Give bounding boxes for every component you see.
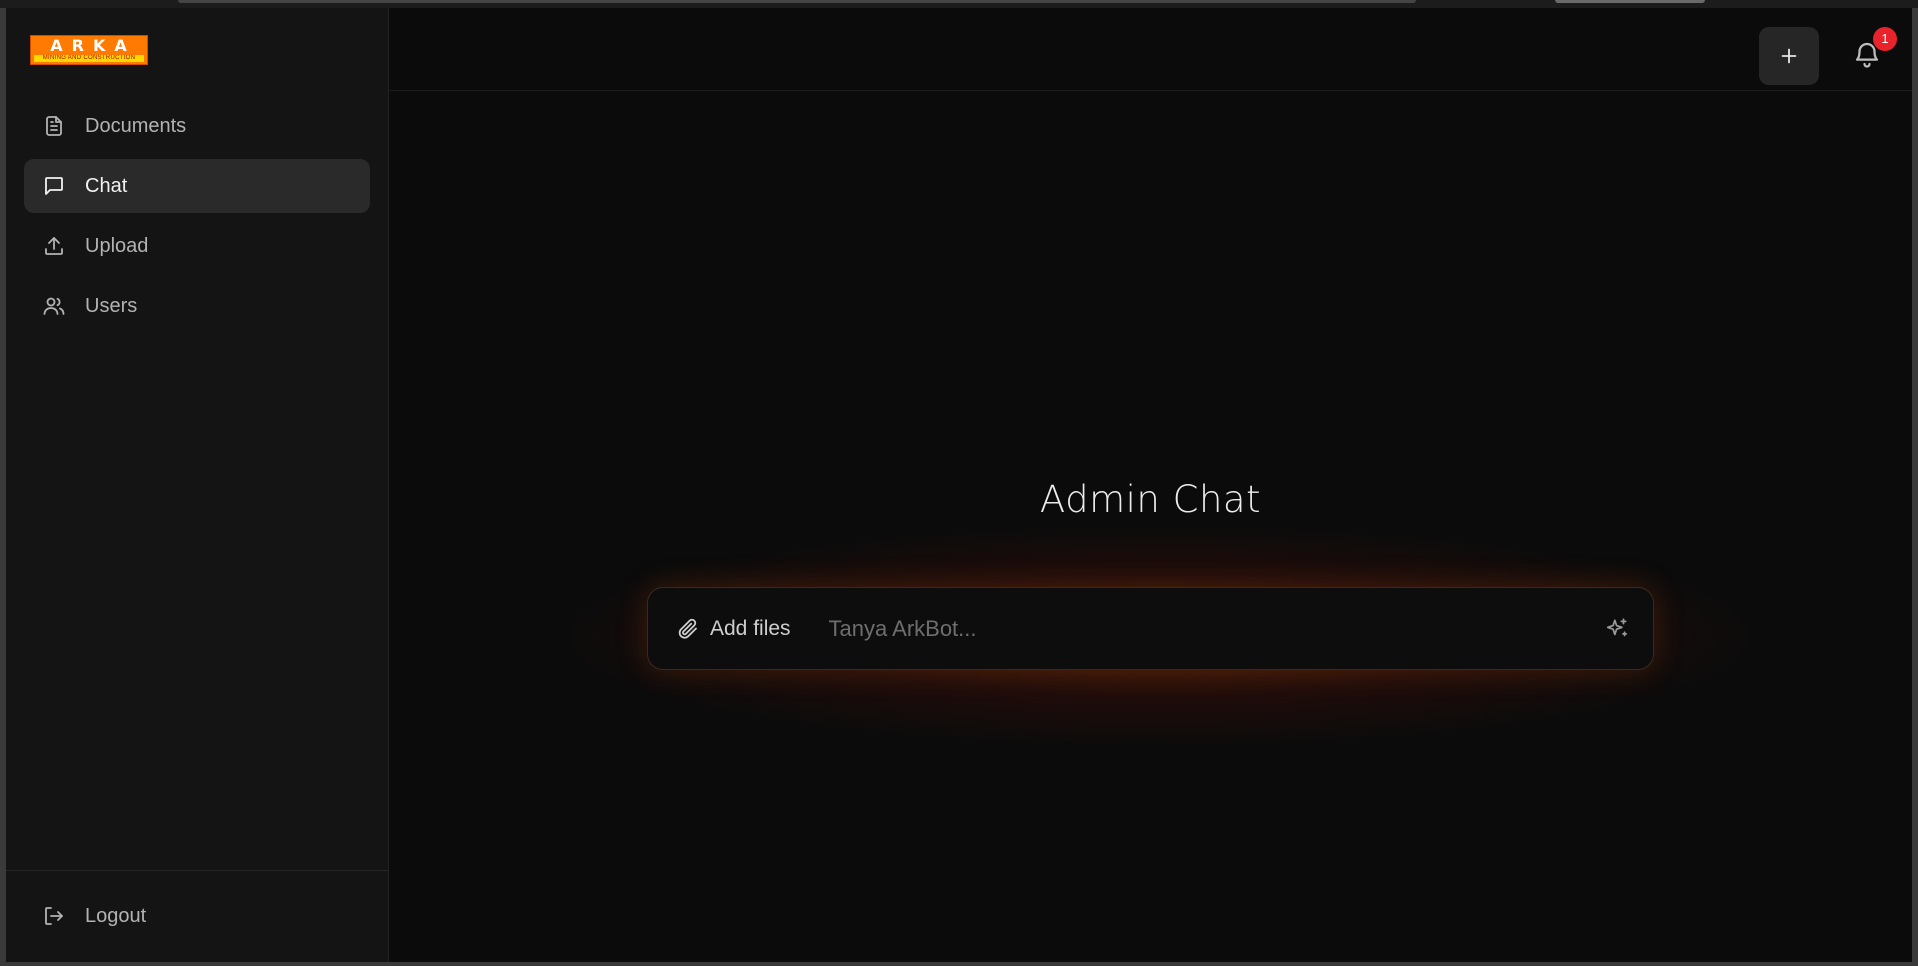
logo-subtext: MINING AND CONSTRUCTION [34, 54, 144, 62]
send-button[interactable] [1603, 615, 1631, 643]
paperclip-icon [678, 618, 697, 639]
main-content: 1 Admin Chat Add files [389, 8, 1912, 962]
chat-icon [42, 174, 66, 198]
sidebar-item-label: Documents [85, 114, 187, 137]
sidebar-item-label: Chat [85, 174, 128, 197]
upload-icon [42, 234, 66, 258]
browser-tab-edge [178, 0, 1416, 3]
brand-area: ARKA MINING AND CONSTRUCTION [6, 8, 388, 91]
users-icon [42, 294, 66, 318]
sidebar-footer: Logout [6, 870, 388, 962]
sidebar-item-users[interactable]: Users [24, 279, 370, 333]
logout-label: Logout [85, 904, 147, 927]
sparkle-icon [1606, 617, 1628, 636]
app-window: ARKA MINING AND CONSTRUCTION Documents C… [6, 8, 1912, 962]
chat-area: Admin Chat Add files [389, 8, 1912, 962]
arka-logo[interactable]: ARKA MINING AND CONSTRUCTION [30, 34, 148, 65]
add-files-label: Add files [710, 616, 791, 640]
chat-input[interactable] [826, 614, 1603, 643]
chat-composer: Add files [647, 587, 1654, 670]
sidebar-item-label: Users [85, 294, 138, 317]
document-icon [42, 114, 66, 138]
logo-text: ARKA [50, 35, 136, 55]
browser-tab-edge-active [1555, 0, 1705, 3]
sidebar-item-label: Upload [85, 234, 149, 257]
sidebar-nav: Documents Chat Upload Users [6, 91, 388, 870]
window-top-strip [0, 0, 1918, 8]
sidebar-item-upload[interactable]: Upload [24, 219, 370, 273]
add-files-button[interactable]: Add files [676, 617, 791, 641]
sidebar-item-chat[interactable]: Chat [24, 159, 370, 213]
logout-button[interactable]: Logout [24, 889, 370, 943]
logout-icon [42, 904, 66, 928]
page-title: Admin Chat [1039, 478, 1262, 521]
sidebar-item-documents[interactable]: Documents [24, 99, 370, 153]
sidebar: ARKA MINING AND CONSTRUCTION Documents C… [6, 8, 389, 962]
